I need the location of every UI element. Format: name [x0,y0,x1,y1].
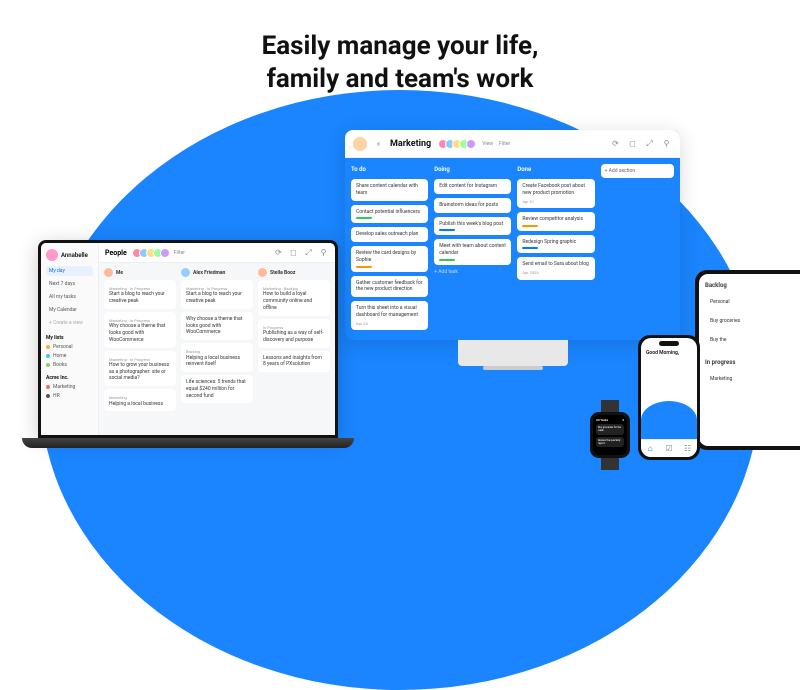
add-task-button[interactable]: + Add task [434,269,511,275]
new-window-icon[interactable]: ⤢ [644,138,655,149]
column-doing: Doing Edit content for Instagram Brainst… [434,164,511,334]
nav-all-tasks[interactable]: All my tasks [46,292,93,302]
person-column: Alex Friedman Marketing · In ProgressSta… [181,268,253,430]
greeting-text: Good Morning, [646,350,692,356]
member-avatars[interactable] [441,139,476,149]
person-column: Me Marketing · In ProgressStart a blog t… [104,268,176,430]
watch-task-item[interactable]: Review the quarterly report [596,437,624,448]
new-window-icon[interactable]: ⤢ [303,247,314,258]
filter-button[interactable]: Filter [174,250,185,256]
column-header: Doing [434,164,511,175]
person-name: Me [104,268,176,277]
section-my-lists: My lists [46,335,93,341]
task-card[interactable]: Marketing · In ProgressHow to grow your … [104,351,176,387]
task-card[interactable]: Turn this sheet into a visual dashboard … [351,301,428,330]
task-card[interactable]: Lessons and insights from 8 years of PXs… [258,351,330,373]
list-item[interactable]: Personal [46,344,93,350]
watch-title: All Tasks3 [596,418,624,422]
task-card[interactable]: Review the card designs by Sophie [351,246,428,272]
task-card[interactable]: Contact potential influencers [351,205,428,224]
task-card[interactable]: Redesign Spring graphic [517,235,594,254]
collapse-icon[interactable]: « [373,138,384,149]
person-name: Stella Booz [258,268,330,277]
tab-tasks-icon[interactable]: ☑ [663,443,674,454]
notifications-icon[interactable]: ◻ [627,138,638,149]
task-card[interactable]: Buy groceries [705,314,767,329]
nav-calendar[interactable]: My Calendar [46,305,93,315]
phone: Good Morning, ⌂ ☑ ☷ [638,335,700,460]
workspace-item[interactable]: HR [46,393,93,399]
task-card[interactable]: Create Facebook post about new product p… [517,179,594,208]
desktop-monitor: « Marketing View Filter ⟳ ◻ ⤢ ⚲ To do Sh… [345,130,680,370]
task-card[interactable]: Meet with team about content calendar [434,239,511,265]
column-header: To do [351,164,428,175]
task-card[interactable]: Marketing · In ProgressStart a blog to r… [181,280,253,309]
task-card[interactable]: Marketing · In ProgressStart a blog to r… [104,280,176,309]
sidebar-user[interactable]: Annabelle [46,249,93,261]
people-avatars[interactable] [135,248,170,258]
sidebar: Annabelle My day Next 7 days All my task… [41,243,99,435]
refresh-icon[interactable]: ⟳ [273,247,284,258]
task-card[interactable]: Edit content for Instagram [434,179,511,194]
task-card[interactable]: In ProgressPublishing as a way of self-d… [258,319,330,348]
add-section-button[interactable]: + Add section [601,164,674,178]
phone-hero-arc [641,401,697,439]
tablet-column: Backlog Personal Buy groceries Buy the I… [705,280,767,387]
task-card[interactable]: MarketingHelping a local business [104,389,176,411]
task-card[interactable]: Marketing [705,372,767,387]
column-todo: To do Share content calendar with team C… [351,164,428,334]
person-column: Stella Booz Marketing · BacklogHow to bu… [258,268,330,430]
list-item[interactable]: Books [46,362,93,368]
column-header: In progress [705,357,767,368]
board-header: « Marketing View Filter ⟳ ◻ ⤢ ⚲ [345,130,680,158]
tab-home-icon[interactable]: ⌂ [645,443,656,454]
task-card[interactable]: Review competitor analysis [517,212,594,231]
filter-button[interactable]: Filter [499,141,510,147]
task-card[interactable]: Brainstorm ideas for posts [434,198,511,213]
board-title: Marketing [390,139,431,149]
people-header: People Filter ⟳ ◻ ⤢ ⚲ [99,243,335,263]
nav-next-7-days[interactable]: Next 7 days [46,279,93,289]
watch-task-item[interactable]: Buy groceries for the week [596,424,624,435]
search-icon[interactable]: ⚲ [318,247,329,258]
laptop: Annabelle My day Next 7 days All my task… [22,240,354,448]
tablet: Backlog Personal Buy groceries Buy the I… [695,270,800,450]
notifications-icon[interactable]: ◻ [288,247,299,258]
column-header: Done [517,164,594,175]
task-card[interactable]: Buy the [705,333,767,348]
refresh-icon[interactable]: ⟳ [610,138,621,149]
task-card[interactable]: Publish this week's blog post [434,217,511,236]
workspace-item[interactable]: Marketing [46,384,93,390]
section-workspace: Acme Inc. [46,375,93,381]
person-name: Alex Friedman [181,268,253,277]
column-header: Backlog [705,280,767,291]
tab-calendar-icon[interactable]: ☷ [682,443,693,454]
create-view-button[interactable]: + Create a view [46,318,93,328]
task-card[interactable]: Why choose a theme that looks good with … [181,312,253,340]
add-section-column: + Add section [601,164,674,334]
kanban-board: To do Share content calendar with team C… [345,158,680,340]
task-card[interactable]: Develop sales outreach plan [351,227,428,242]
nav-my-day[interactable]: My day [46,266,93,276]
task-card[interactable]: Send email to Sara about blogApr 2023 [517,257,594,279]
task-card[interactable]: Marketing · In ProgressWhy choose a them… [104,312,176,348]
task-card[interactable]: Personal [705,295,767,310]
task-card[interactable]: Share content calendar with team [351,179,428,201]
phone-notch [659,341,679,346]
list-item[interactable]: Home [46,353,93,359]
task-card[interactable]: Life sciences: 5 trends that equal $240 … [181,375,253,403]
watch: All Tasks3 Buy groceries for the week Re… [590,400,630,470]
column-done: Done Create Facebook post about new prod… [517,164,594,334]
view-button[interactable]: View [482,141,493,147]
hero-headline: Easily manage your life, family and team… [0,0,800,95]
user-avatar[interactable] [353,137,367,151]
phone-tabbar: ⌂ ☑ ☷ [641,439,697,457]
task-card[interactable]: Gather customer feedback for the new pro… [351,276,428,298]
page-title: People [105,249,127,257]
task-card[interactable]: Marketing · BacklogHow to build a loyal … [258,280,330,316]
search-icon[interactable]: ⚲ [661,138,672,149]
people-columns: Me Marketing · In ProgressStart a blog t… [99,263,335,435]
task-card[interactable]: BacklogHelping a local business reinvent… [181,343,253,372]
